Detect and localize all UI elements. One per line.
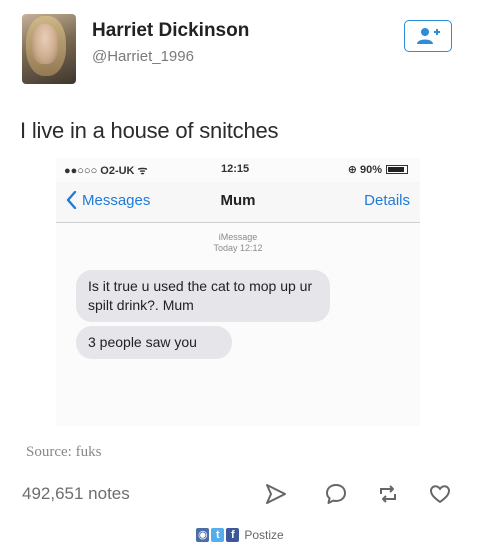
service-label: iMessage [218, 232, 258, 242]
battery-percent: ⊕ 90% [347, 164, 382, 176]
avatar[interactable] [22, 14, 76, 84]
follow-button[interactable] [404, 20, 452, 52]
add-user-icon [417, 28, 440, 44]
heart-icon [430, 485, 450, 503]
notes-count[interactable]: 492,651 notes [22, 484, 130, 504]
reply-button[interactable] [322, 480, 350, 508]
status-time: 12:15 [221, 163, 250, 175]
like-button[interactable] [426, 480, 454, 508]
battery-indicator: ⊕ 90% [348, 163, 408, 176]
speech-bubble-icon [326, 484, 346, 504]
watermark: ◉ t f Postize [0, 528, 480, 542]
details-button[interactable]: Details [364, 192, 410, 209]
facebook-icon: f [226, 528, 240, 542]
reblog-icon [380, 485, 396, 503]
author-name[interactable]: Harriet Dickinson [92, 20, 249, 42]
watermark-text: Postize [244, 528, 284, 542]
camera-icon: ◉ [196, 528, 210, 542]
author-handle[interactable]: @Harriet_1996 [92, 48, 194, 65]
paper-plane-icon [266, 484, 286, 504]
battery-icon [386, 165, 408, 174]
message-bubble: 3 people saw you [76, 326, 232, 359]
status-bar: ●●○○○ O2-UK ᯤ 12:15 ⊕ 90% [56, 158, 420, 180]
battery-fill [388, 167, 404, 172]
message-meta: iMessage Today 12:12 [56, 232, 420, 254]
post-text: I live in a house of snitches [20, 118, 279, 143]
message-screenshot: ●●○○○ O2-UK ᯤ 12:15 ⊕ 90% Messages Mum D… [56, 158, 420, 426]
watermark-logo: ◉ t f [196, 528, 240, 542]
source-credit[interactable]: Source: fuks [26, 444, 101, 461]
avatar-face [32, 24, 58, 64]
messages-navbar: Messages Mum Details [56, 182, 420, 223]
twitter-icon: t [211, 528, 225, 542]
message-timestamp: Today 12:12 [213, 243, 263, 253]
share-button[interactable] [262, 480, 290, 508]
reblog-button[interactable] [374, 480, 402, 508]
message-bubble: Is it true u used the cat to mop up ur s… [76, 270, 330, 322]
carrier-signal: ●●○○○ O2-UK ᯤ [64, 165, 148, 177]
